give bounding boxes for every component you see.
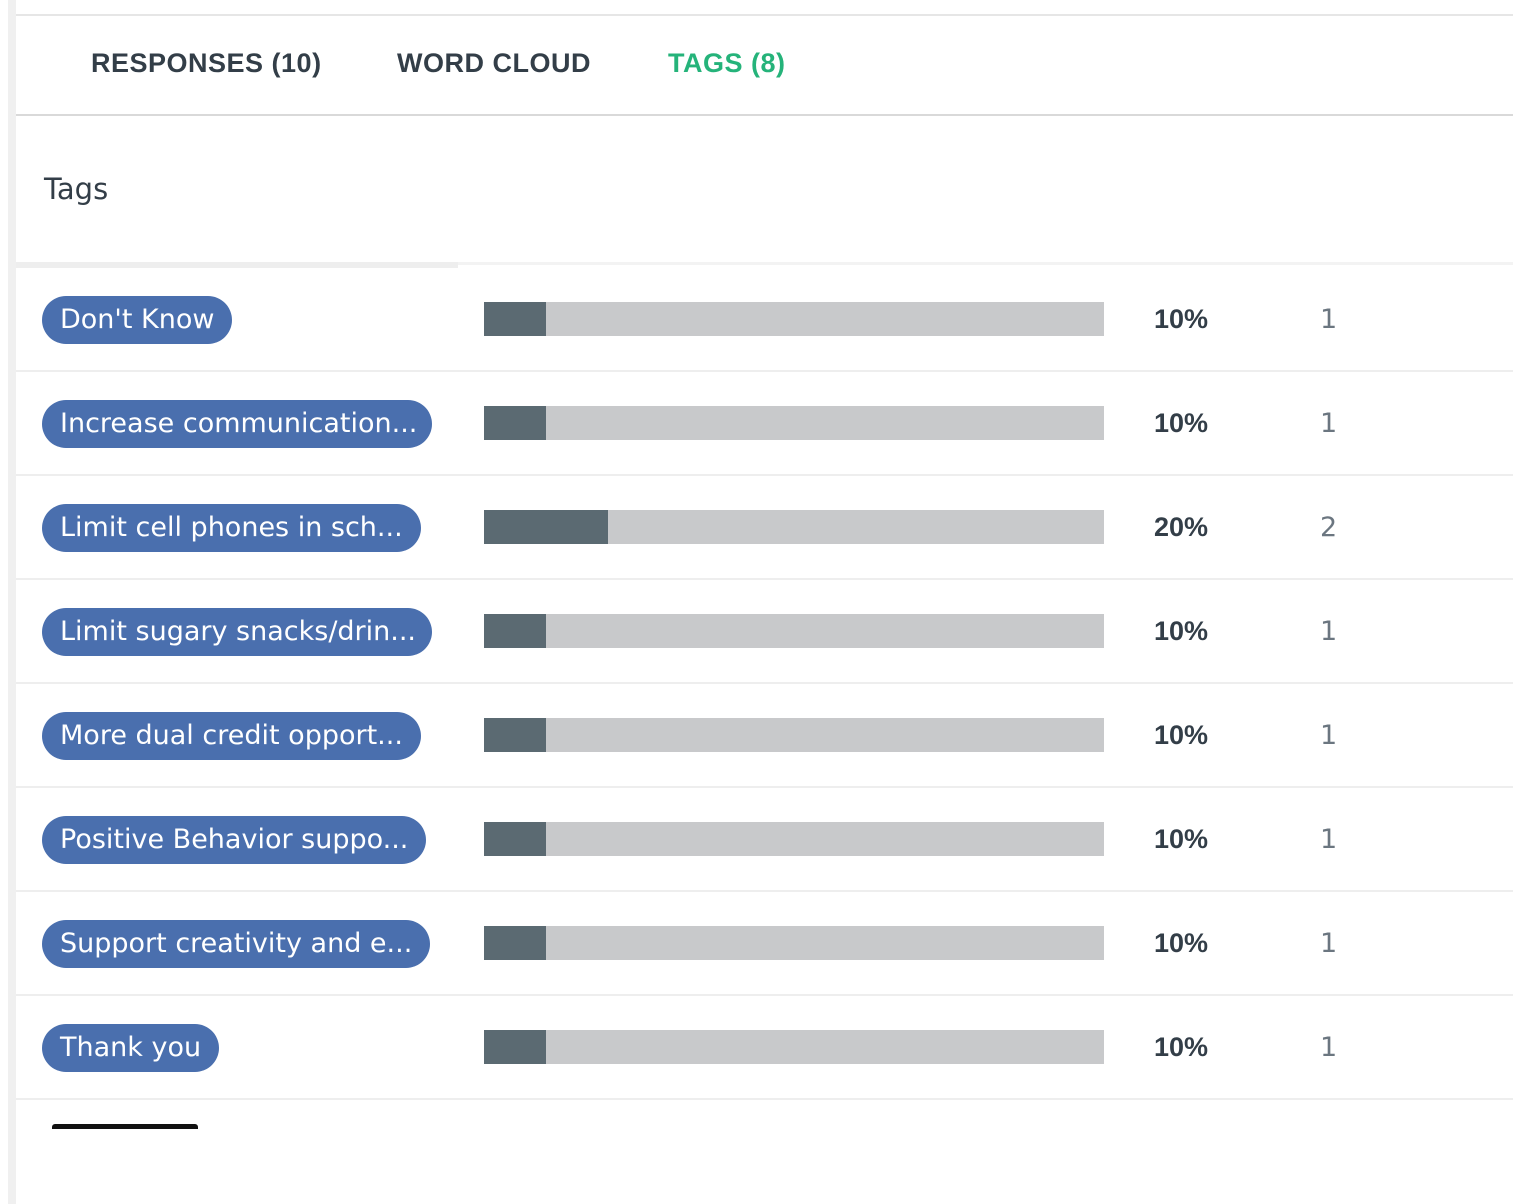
tag-bar-track [484, 1030, 1104, 1064]
tag-bar-fill [484, 614, 546, 648]
tag-bar-track [484, 510, 1104, 544]
tag-count: 2 [1320, 512, 1338, 543]
tag-list: Don't Know 10% 1 Increase communication.… [16, 268, 1513, 1100]
tag-percent: 20% [1154, 512, 1209, 542]
tag-count: 1 [1320, 720, 1338, 751]
tag-bar-track [484, 302, 1104, 336]
tag-row: Limit cell phones in sch... 20% 2 [16, 476, 1513, 580]
tags-results-panel: RESPONSES (10) WORD CLOUD TAGS (8) Tags … [0, 0, 1517, 1204]
results-tab-bar: RESPONSES (10) WORD CLOUD TAGS (8) [16, 16, 1513, 116]
tag-count: 1 [1320, 928, 1338, 959]
tag-pill[interactable]: Don't Know [42, 296, 233, 344]
tag-pill[interactable]: More dual credit opport... [42, 712, 421, 760]
tag-count: 1 [1320, 1032, 1338, 1063]
tag-bar-fill [484, 718, 546, 752]
tag-pill[interactable]: Limit cell phones in sch... [42, 504, 421, 552]
tag-bar-track [484, 926, 1104, 960]
left-border [8, 0, 16, 1204]
tag-row: Don't Know 10% 1 [16, 268, 1513, 372]
tag-count: 1 [1320, 616, 1338, 647]
tag-bar-track [484, 406, 1104, 440]
tag-bar-track [484, 718, 1104, 752]
tab-tags[interactable]: TAGS (8) [668, 48, 786, 79]
tag-percent: 10% [1154, 824, 1209, 854]
tag-percent: 10% [1154, 928, 1209, 958]
tag-bar-fill [484, 302, 546, 336]
tag-row: Increase communication... 10% 1 [16, 372, 1513, 476]
tag-bar-track [484, 822, 1104, 856]
column-header-divider-light [458, 262, 1513, 265]
tag-percent: 10% [1154, 1032, 1209, 1062]
tag-percent: 10% [1154, 720, 1209, 750]
tag-pill[interactable]: Support creativity and e... [42, 920, 431, 968]
section-title: Tags [44, 172, 109, 206]
tag-row: Limit sugary snacks/drin... 10% 1 [16, 580, 1513, 684]
tag-bar-fill [484, 510, 608, 544]
tab-responses[interactable]: RESPONSES (10) [91, 48, 322, 79]
tag-bar-fill [484, 1030, 546, 1064]
tag-pill[interactable]: Thank you [42, 1024, 220, 1072]
tag-row: Support creativity and e... 10% 1 [16, 892, 1513, 996]
partially-visible-tag [52, 1124, 198, 1129]
tag-percent: 10% [1154, 616, 1209, 646]
tag-count: 1 [1320, 824, 1338, 855]
tag-pill[interactable]: Limit sugary snacks/drin... [42, 608, 432, 656]
tag-row: Thank you 10% 1 [16, 996, 1513, 1100]
tag-bar-track [484, 614, 1104, 648]
tag-count: 1 [1320, 408, 1338, 439]
tag-bar-fill [484, 926, 546, 960]
tag-pill[interactable]: Increase communication... [42, 400, 432, 448]
tag-bar-fill [484, 406, 546, 440]
tag-bar-fill [484, 822, 546, 856]
tag-percent: 10% [1154, 408, 1209, 438]
tab-word-cloud[interactable]: WORD CLOUD [397, 48, 591, 79]
tag-pill[interactable]: Positive Behavior suppo... [42, 816, 427, 864]
tag-row: Positive Behavior suppo... 10% 1 [16, 788, 1513, 892]
tag-row: More dual credit opport... 10% 1 [16, 684, 1513, 788]
tag-count: 1 [1320, 304, 1338, 335]
tag-percent: 10% [1154, 304, 1209, 334]
